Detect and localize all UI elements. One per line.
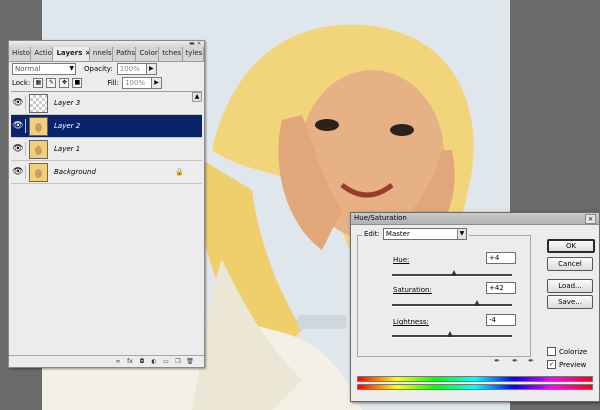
tab-channels[interactable]: nnels: [90, 47, 114, 61]
colorize-option[interactable]: Colorize: [547, 347, 587, 356]
layer-thumbnail: [29, 93, 48, 113]
layer-thumbnail: [29, 139, 48, 159]
layer-name: Background: [54, 168, 96, 176]
panel-footer: ∞ fx ◘ ◐ ▭ ❐ 🗑: [9, 355, 204, 367]
hue-saturation-dialog: Hue/Saturation × Edit: Master ▼ Hue: +4 …: [350, 212, 600, 402]
cancel-button[interactable]: Cancel: [547, 257, 593, 271]
eyedropper-plus-icon[interactable]: ✒: [511, 357, 519, 365]
blend-mode-select[interactable]: Normal ▼: [12, 63, 76, 75]
layer-name: Layer 2: [54, 122, 81, 130]
edit-label: Edit:: [364, 230, 380, 238]
layer-thumbnail: [29, 116, 48, 136]
tab-layers[interactable]: Layers ×: [53, 47, 90, 61]
eyedropper-icon[interactable]: ✒: [493, 357, 501, 365]
chevron-down-icon: ▼: [456, 229, 466, 239]
panel-tabs: Histo Actio Layers × nnels Paths Color t…: [9, 47, 204, 62]
lock-all-icon[interactable]: ■: [72, 78, 83, 88]
saturation-slider-thumb[interactable]: [474, 300, 480, 306]
hue-slider-thumb[interactable]: [451, 270, 457, 276]
opacity-label: Opacity:: [84, 65, 113, 73]
layer-row-layer-1[interactable]: 👁 Layer 1: [11, 138, 202, 161]
opacity-value: 100%: [119, 65, 140, 73]
dialog-title: Hue/Saturation: [354, 214, 407, 222]
visibility-eye-icon[interactable]: 👁: [11, 142, 26, 156]
load-button[interactable]: Load...: [547, 279, 593, 293]
edit-select[interactable]: Master ▼: [382, 228, 467, 240]
preview-checkbox[interactable]: ✓: [547, 360, 556, 369]
blend-row: Normal ▼ Opacity: 100% ▶: [12, 63, 201, 75]
ok-button[interactable]: OK: [547, 239, 595, 253]
fill-value: 100%: [125, 79, 146, 87]
lock-brush-icon[interactable]: ✎: [46, 78, 57, 88]
spectrum-bar-top: [357, 376, 593, 382]
hue-label: Hue:: [393, 256, 410, 264]
edit-select-value: Master: [385, 230, 410, 238]
fill-arrow-icon[interactable]: ▶: [151, 77, 163, 89]
new-layer-icon[interactable]: ❐: [174, 358, 182, 366]
hue-input[interactable]: +4: [486, 252, 516, 264]
visibility-eye-icon[interactable]: 👁: [11, 119, 26, 133]
close-icon[interactable]: ×: [585, 214, 596, 224]
save-button[interactable]: Save...: [547, 295, 593, 309]
lightness-input[interactable]: -4: [486, 314, 516, 326]
mask-icon[interactable]: ◘: [138, 358, 146, 366]
link-layers-icon[interactable]: ∞: [114, 358, 122, 366]
layer-list: ▲ 👁 Layer 3 👁 Layer 2 👁 Layer 1 👁 Backgr…: [11, 91, 202, 352]
lock-row: Lock: ▦ ✎ ✥ ■ Fill: 100% ▶: [12, 77, 201, 89]
opacity-arrow-icon[interactable]: ▶: [145, 63, 157, 75]
colorize-label: Colorize: [559, 347, 588, 356]
folder-icon[interactable]: ▭: [162, 358, 170, 366]
minimize-icon[interactable]: ▬: [189, 41, 195, 47]
saturation-label: Saturation:: [393, 286, 432, 294]
eyedropper-minus-icon[interactable]: ✒: [527, 357, 535, 365]
trash-icon[interactable]: 🗑: [186, 358, 194, 366]
fill-label: Fill:: [107, 79, 120, 87]
lock-label: Lock:: [12, 79, 31, 87]
visibility-eye-icon[interactable]: 👁: [11, 165, 26, 179]
opacity-field[interactable]: 100% ▶: [116, 63, 157, 75]
layer-row-layer-2[interactable]: 👁 Layer 2: [11, 115, 202, 138]
fill-field[interactable]: 100% ▶: [122, 77, 163, 89]
adjustment-layer-icon[interactable]: ◐: [150, 358, 158, 366]
tab-styles[interactable]: tyles: [183, 47, 204, 61]
spectrum-bar-bottom: [357, 384, 593, 390]
dialog-titlebar[interactable]: Hue/Saturation ×: [351, 213, 599, 225]
preview-label: Preview: [559, 360, 587, 369]
layers-panel: ▬ × Histo Actio Layers × nnels Paths Col…: [8, 40, 205, 368]
layer-thumbnail: [29, 162, 48, 182]
chevron-down-icon: ▼: [69, 65, 74, 72]
tab-paths[interactable]: Paths: [113, 47, 137, 61]
lightness-label: Lightness:: [393, 318, 429, 326]
lightness-slider-thumb[interactable]: [447, 331, 453, 337]
blend-mode-value: Normal: [15, 65, 41, 73]
preview-option[interactable]: ✓ Preview: [547, 360, 586, 369]
tab-color[interactable]: Color: [136, 47, 160, 61]
lock-move-icon[interactable]: ✥: [59, 78, 70, 88]
tab-history[interactable]: Histo: [9, 47, 32, 61]
layer-row-background[interactable]: 👁 Background 🔒: [11, 161, 202, 184]
tab-actions[interactable]: Actio: [31, 47, 54, 61]
edit-group: Edit: Master ▼ Hue: +4 Saturation: +42 L…: [357, 228, 531, 357]
lock-transparency-icon[interactable]: ▦: [33, 78, 44, 88]
colorize-checkbox[interactable]: [547, 347, 556, 356]
layer-row-layer-3[interactable]: 👁 Layer 3: [11, 92, 202, 115]
saturation-slider-track[interactable]: [392, 304, 512, 307]
lock-icon: 🔒: [175, 168, 184, 176]
tab-swatches[interactable]: tches: [159, 47, 183, 61]
close-icon[interactable]: ×: [196, 41, 202, 47]
tab-layers-label: Layers: [56, 49, 83, 57]
saturation-input[interactable]: +42: [486, 282, 516, 294]
edit-row: Edit: Master ▼: [362, 228, 469, 240]
layer-name: Layer 1: [54, 145, 81, 153]
fx-icon[interactable]: fx: [126, 358, 134, 366]
visibility-eye-icon[interactable]: 👁: [11, 96, 26, 110]
layer-name: Layer 3: [54, 99, 81, 107]
